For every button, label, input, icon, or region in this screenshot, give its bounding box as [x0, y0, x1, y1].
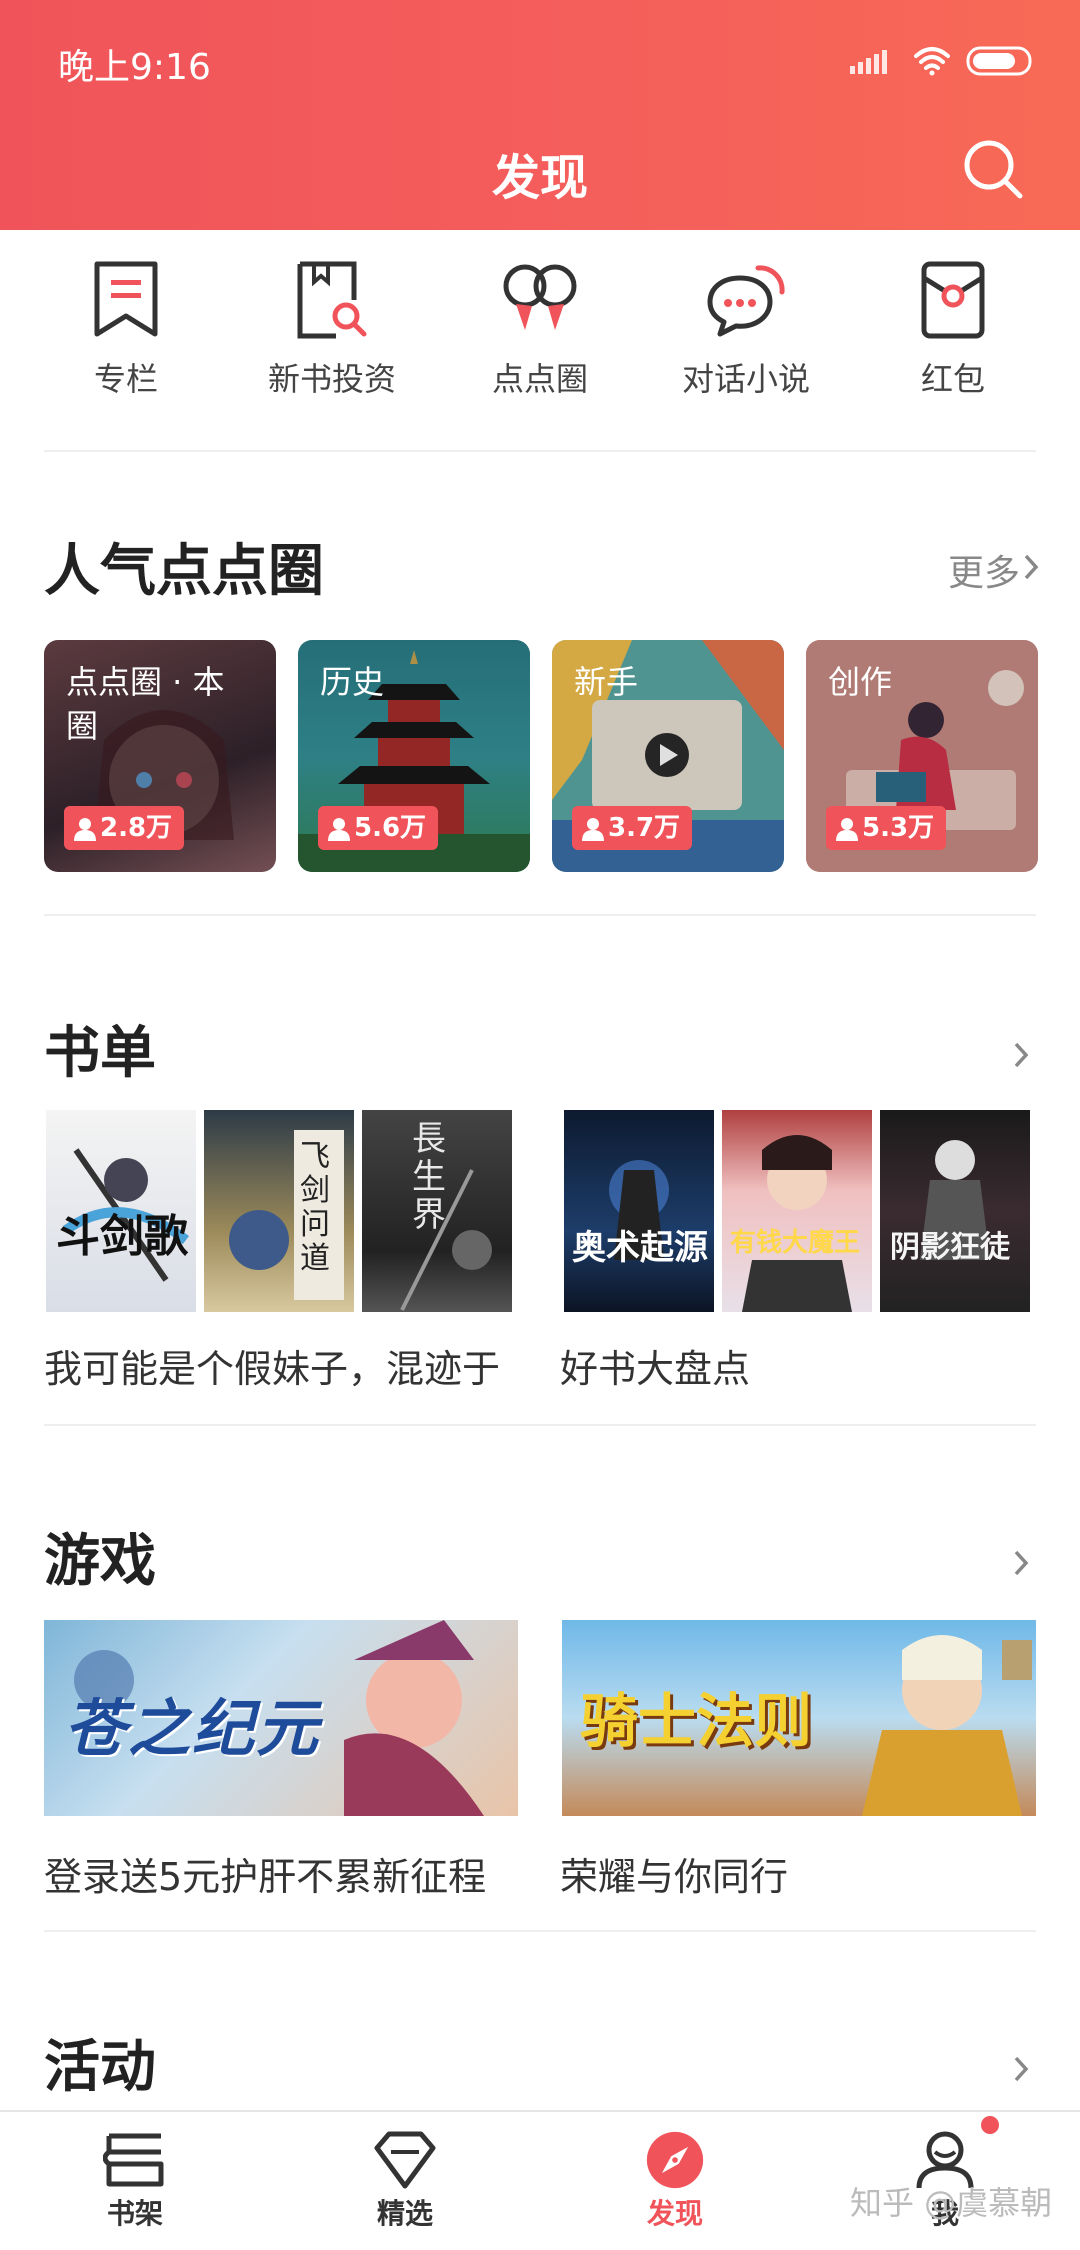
cover-art [609, 1160, 669, 1260]
banner-title: 骑士法则 [580, 1687, 813, 1755]
banner-title: 苍之纪元 [64, 1692, 321, 1765]
divider [44, 450, 1036, 452]
circles-icon [503, 264, 577, 330]
member-count-badge: 3.7万 [572, 806, 693, 850]
book-cover: 有钱大魔王 [722, 1110, 872, 1312]
member-count-badge: 2.8万 [64, 806, 185, 850]
booklist-caption: 好书大盘点 [560, 1347, 751, 1391]
quick-link-new-book-invest[interactable]: 新书投资 [229, 260, 435, 430]
cover-art [920, 1140, 990, 1260]
diamond-icon [374, 2131, 436, 2189]
cover-title: 有钱大魔王 [730, 1228, 861, 1258]
divider [44, 1930, 1036, 1932]
bookmark-icon [94, 261, 158, 337]
member-count: 3.7万 [608, 813, 681, 843]
nav-label: 发现 [646, 2197, 703, 2230]
book-cover: 長生界 [362, 1110, 512, 1312]
cover-art [742, 1135, 852, 1312]
person-icon [328, 817, 350, 841]
member-count: 2.8万 [100, 813, 173, 843]
circle-label: 创作 [828, 663, 893, 701]
cover-title: 奥术起源 [572, 1228, 708, 1268]
circle-card[interactable]: 点点圈 · 本圈 2.8万 [44, 640, 276, 872]
divider [44, 914, 1036, 916]
chevron-right-icon[interactable] [1008, 1042, 1034, 1068]
signal-icon [850, 50, 887, 74]
book-search-icon [297, 261, 367, 339]
person-icon [74, 817, 96, 841]
book-cover: 飞剑问道 [204, 1110, 354, 1312]
quick-link-label: 专栏 [93, 360, 158, 398]
section-title-activities: 活动 [44, 2035, 156, 2100]
chevron-right-icon[interactable] [1008, 1550, 1034, 1576]
quick-links: 专栏 新书投资 点点圈 对话小说 红包 [0, 260, 1080, 430]
member-count: 5.6万 [354, 813, 427, 843]
quick-link-label: 红包 [920, 360, 985, 398]
nav-discover[interactable]: 发现 [565, 2112, 785, 2250]
person-icon [582, 817, 604, 841]
book-cover: 奥术起源 [564, 1110, 714, 1312]
booklist-caption: 我可能是个假妹子，混迹于 [44, 1347, 501, 1391]
section-title-popular-circles: 人气点点圈 [44, 539, 324, 604]
cover-title: 長生界 [412, 1119, 446, 1235]
quick-link-column[interactable]: 专栏 [23, 260, 229, 430]
circle-card[interactable]: 历史 5.6万 [298, 640, 530, 872]
wifi-icon [914, 47, 950, 76]
game-banner: 骑士法则 [562, 1620, 1036, 1816]
member-count-badge: 5.6万 [318, 806, 439, 850]
battery-icon [966, 46, 1032, 76]
member-count: 5.3万 [862, 813, 935, 843]
app-header: 晚上9:16 发现 [0, 0, 1080, 230]
more-link[interactable]: 更多 [948, 544, 1020, 596]
circle-label: 点点圈 · 本圈 [66, 663, 225, 745]
member-count-badge: 5.3万 [826, 806, 947, 850]
circle-label: 新手 [574, 663, 639, 701]
nav-label: 精选 [376, 2197, 433, 2230]
book-cover: 斗剑歌 [46, 1110, 196, 1312]
cover-title: 飞剑问道 [300, 1139, 330, 1276]
circle-card[interactable]: 新手 3.7万 [552, 640, 784, 872]
section-title-booklists: 书单 [44, 1021, 156, 1086]
quick-link-red-envelope[interactable]: 红包 [850, 260, 1056, 430]
quick-link-label: 对话小说 [681, 360, 810, 398]
chevron-right-icon[interactable] [1018, 554, 1044, 580]
nav-bookshelf[interactable]: 书架 [25, 2112, 245, 2250]
circle-card[interactable]: 创作 5.3万 [806, 640, 1038, 872]
compass-icon [646, 2131, 704, 2189]
quick-link-circles[interactable]: 点点圈 [437, 260, 643, 430]
book-cover: 阴影狂徒 [880, 1110, 1030, 1312]
chat-bubble-icon [707, 265, 785, 337]
page-title: 发现 [491, 150, 588, 206]
quick-link-chat-novel[interactable]: 对话小说 [643, 260, 849, 430]
person-icon [836, 817, 858, 841]
section-title-games: 游戏 [44, 1529, 156, 1594]
bookshelf-icon [103, 2133, 164, 2187]
search-icon[interactable] [958, 134, 1028, 204]
chevron-right-icon[interactable] [1008, 2056, 1034, 2082]
cover-title: 斗剑歌 [56, 1211, 188, 1262]
game-caption: 登录送5元护肝不累新征程 [44, 1855, 487, 1899]
game-caption: 荣耀与你同行 [560, 1855, 789, 1899]
circle-label: 历史 [320, 663, 385, 701]
notification-dot [981, 2116, 999, 2134]
status-time: 晚上9:16 [58, 47, 211, 88]
nav-label: 书架 [106, 2197, 163, 2230]
game-banner: 苍之纪元 [44, 1620, 518, 1816]
status-icons [850, 46, 1032, 76]
quick-link-label: 点点圈 [491, 360, 588, 398]
watermark: 知乎 @虞慕朝 [850, 2184, 1053, 2222]
cover-title: 阴影狂徒 [890, 1230, 1010, 1265]
quick-link-label: 新书投资 [267, 360, 396, 398]
divider [44, 1424, 1036, 1426]
red-envelope-icon [921, 261, 985, 339]
nav-featured[interactable]: 精选 [295, 2112, 515, 2250]
